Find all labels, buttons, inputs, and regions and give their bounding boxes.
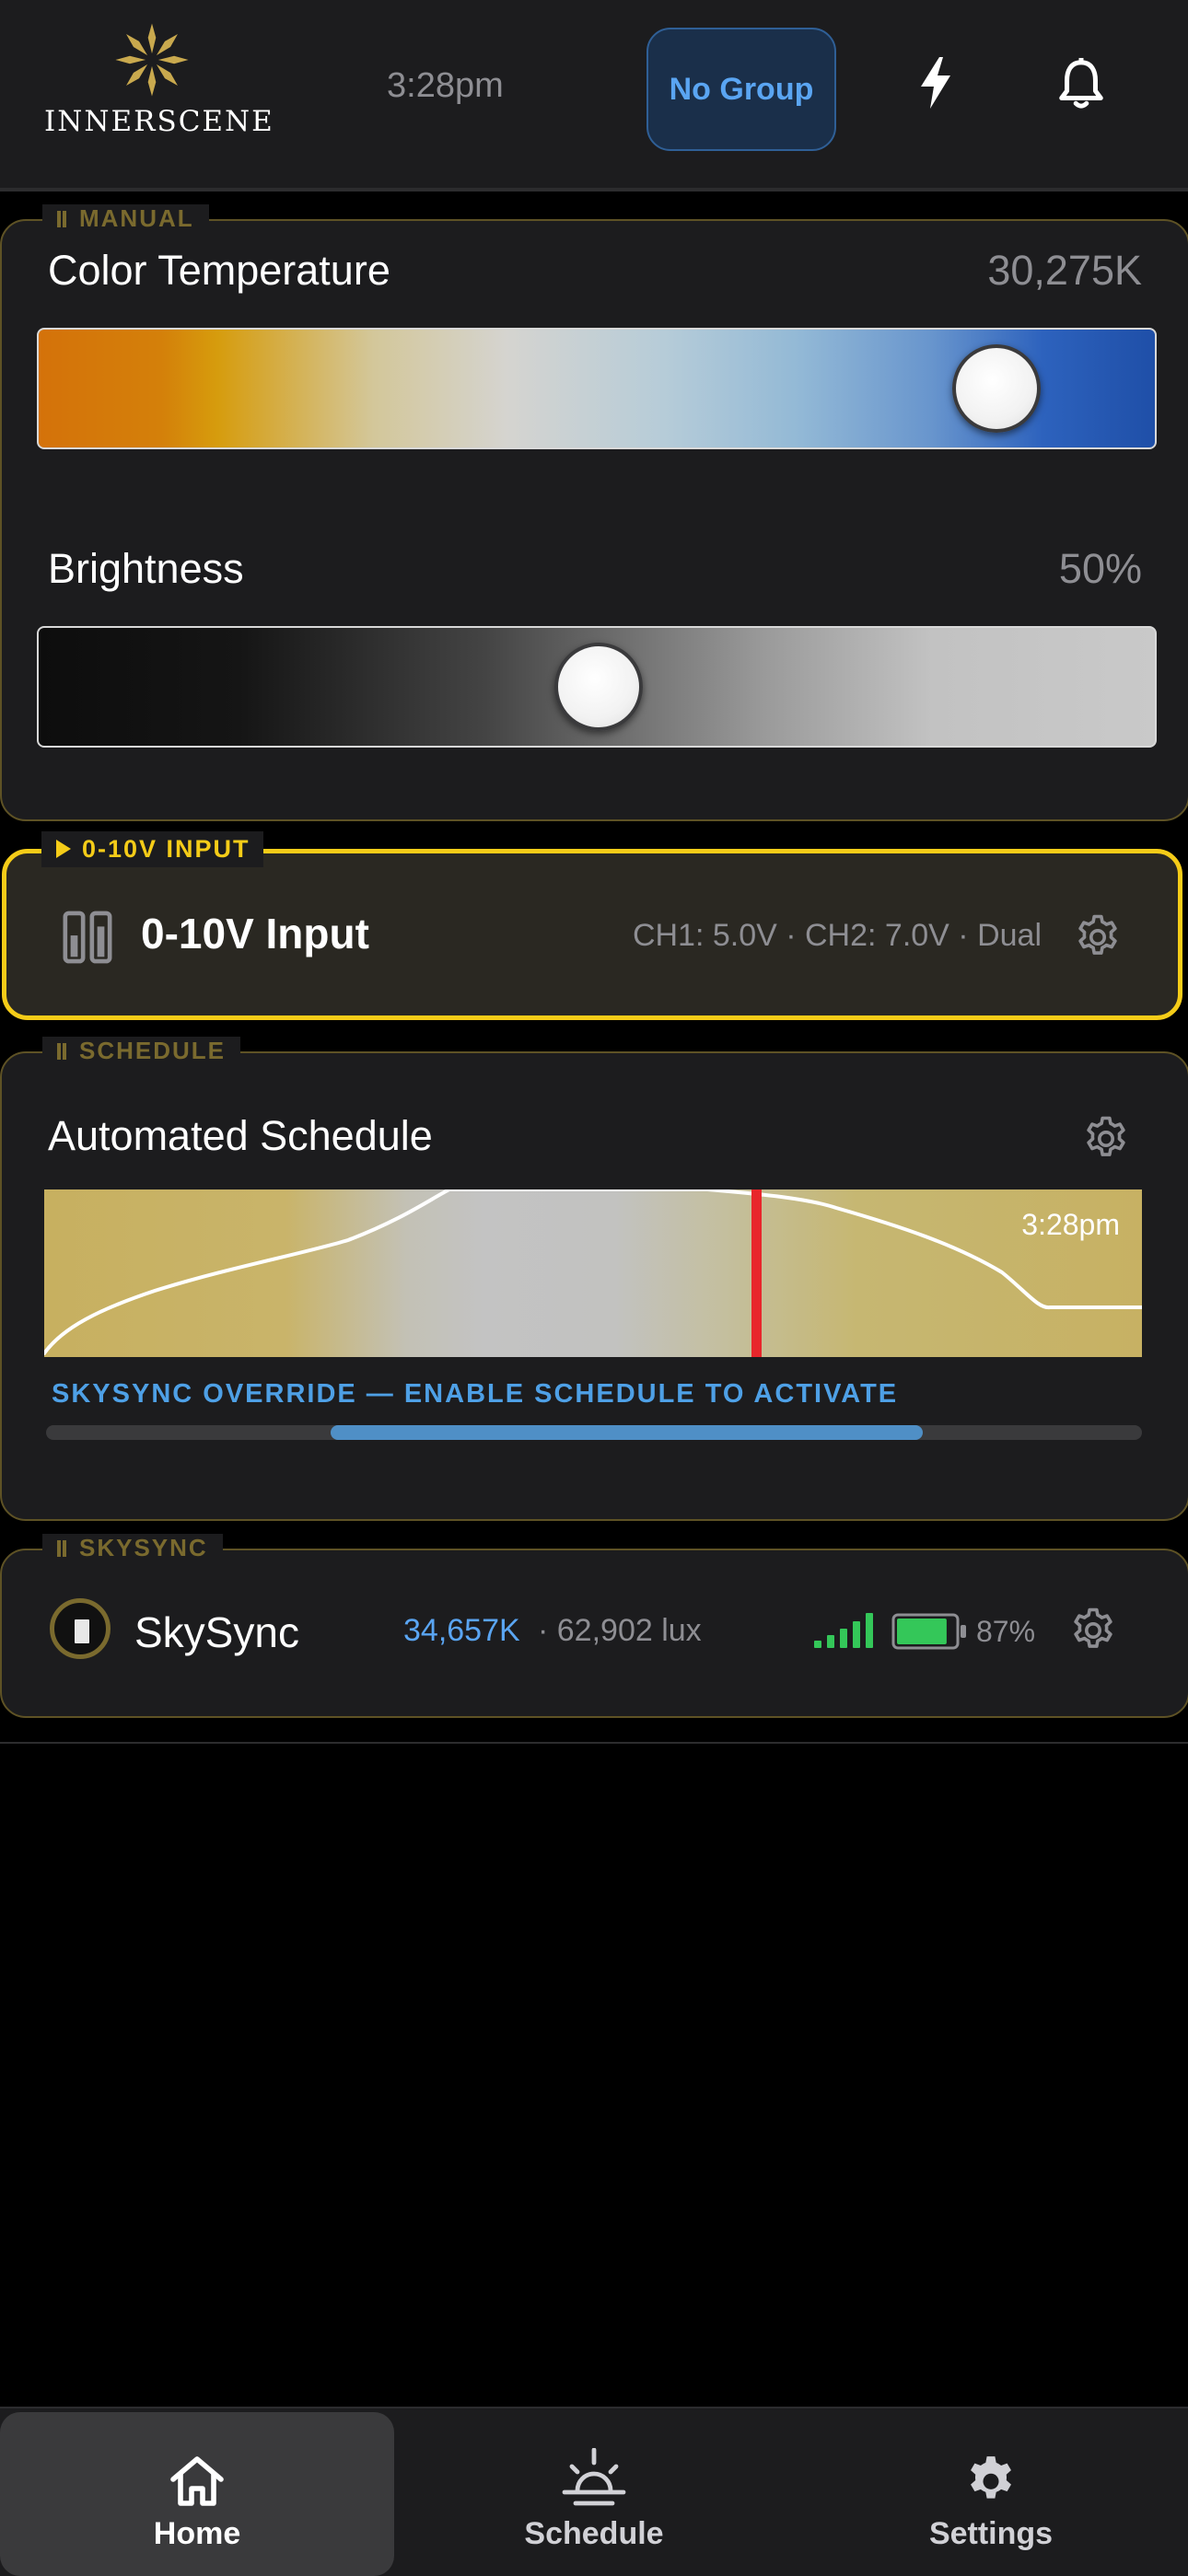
pause-icon: [57, 1043, 66, 1060]
skysync-lux: · 62,902 lux: [538, 1613, 702, 1648]
battery-percent: 87%: [976, 1615, 1036, 1648]
sun-petal-logo-icon: [115, 23, 189, 97]
nav-home[interactable]: Home: [0, 2412, 394, 2576]
color-temperature-slider[interactable]: [37, 328, 1157, 449]
innerscene-logo: INNERSCENE: [44, 20, 274, 140]
brightness-label: Brightness: [48, 545, 244, 592]
settings-gear-icon: [971, 2456, 1011, 2499]
manual-section: MANUAL Color Temperature 30,275K Brightn…: [0, 204, 1188, 821]
lightning-icon[interactable]: [917, 57, 954, 109]
skysync-kelvin: 34,657K: [403, 1613, 520, 1648]
header-time: 3:28pm: [387, 66, 504, 105]
app-header: INNERSCENE 3:28pm No Group: [0, 0, 1188, 191]
brightness-slider-thumb[interactable]: [554, 643, 643, 731]
schedule-chart[interactable]: 3:28pm: [44, 1189, 1142, 1357]
manual-section-tag: MANUAL: [42, 204, 209, 233]
skysync-name: SkySync: [134, 1608, 299, 1656]
schedule-progress-fill: [331, 1425, 923, 1440]
skysync-settings-gear-icon[interactable]: [1068, 1606, 1118, 1655]
bottom-navigation: Home Schedule Settings: [0, 2407, 1188, 2576]
nav-home-label: Home: [153, 2516, 241, 2551]
nav-schedule-label: Schedule: [524, 2516, 664, 2551]
input-0-10v-tag: 0-10V INPUT: [41, 831, 263, 867]
nav-settings[interactable]: Settings: [794, 2412, 1188, 2576]
group-select-button[interactable]: No Group: [646, 28, 836, 151]
pause-icon: [57, 1540, 66, 1557]
skysync-device-icon: [50, 1598, 111, 1659]
input-settings-gear-icon[interactable]: [1073, 912, 1123, 962]
color-temperature-label: Color Temperature: [48, 247, 390, 294]
play-icon: [56, 840, 71, 858]
input-0-10v-detail: CH1: 5.0V · CH2: 7.0V · Dual: [632, 918, 1042, 953]
battery-icon: [891, 1613, 966, 1650]
pause-icon: [57, 211, 66, 227]
content-bottom-divider: [0, 1742, 1188, 1744]
automated-schedule-title: Automated Schedule: [48, 1112, 433, 1159]
input-channels-icon: [63, 911, 112, 964]
input-0-10v-card[interactable]: 0-10V INPUT 0-10V Input CH1: 5.0V · CH2:…: [2, 831, 1182, 1020]
schedule-section-tag: SCHEDULE: [42, 1037, 241, 1065]
chart-current-time: 3:28pm: [1021, 1208, 1120, 1241]
schedule-progress-bar: [46, 1425, 1142, 1440]
current-time-marker: [751, 1189, 762, 1357]
home-icon: [170, 2456, 224, 2506]
brightness-slider[interactable]: [37, 626, 1157, 748]
nav-settings-label: Settings: [928, 2516, 1054, 2551]
bell-icon[interactable]: [1055, 57, 1107, 110]
color-temperature-slider-thumb[interactable]: [951, 344, 1041, 433]
schedule-curve: [44, 1189, 1142, 1357]
sunrise-icon: [562, 2448, 626, 2506]
brightness-value: 50%: [1058, 545, 1142, 592]
brand-name: INNERSCENE: [44, 105, 274, 138]
color-temperature-value: 30,275K: [987, 247, 1142, 294]
skysync-section-tag: SKYSYNC: [42, 1534, 223, 1562]
input-0-10v-title: 0-10V Input: [141, 910, 369, 957]
skysync-override-notice: SKYSYNC OVERRIDE — ENABLE SCHEDULE TO AC…: [52, 1379, 899, 1409]
signal-strength-icon: [814, 1613, 873, 1648]
nav-schedule[interactable]: Schedule: [397, 2412, 791, 2576]
schedule-settings-gear-icon[interactable]: [1081, 1114, 1131, 1164]
